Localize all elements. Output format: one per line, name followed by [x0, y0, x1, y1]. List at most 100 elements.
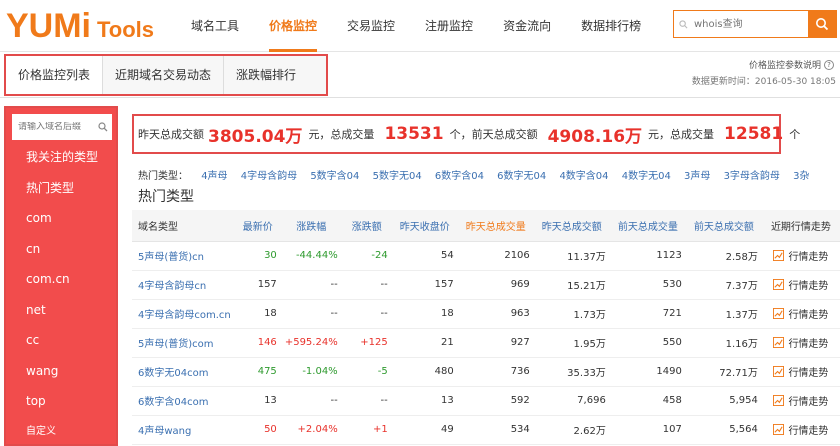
trend-cell[interactable]: 行情走势 — [761, 386, 840, 416]
domain-type-link[interactable]: 4字母含韵母com.cn — [132, 299, 235, 329]
yday-volume: 13531 — [384, 124, 444, 144]
pday-volume: 1123 — [609, 241, 686, 271]
hot-tag[interactable]: 4数字无04 — [622, 171, 671, 182]
latest-price: 146 — [234, 328, 281, 358]
nav-data-ranking[interactable]: 数据排行榜 — [566, 0, 656, 52]
nav-register-monitor[interactable]: 注册监控 — [410, 0, 488, 52]
whois-search-input[interactable] — [692, 11, 808, 37]
yumi-logo[interactable]: YUMi Tools — [6, 6, 154, 46]
hot-tag[interactable]: 5数字无04 — [373, 171, 422, 182]
col-change-pct[interactable]: 涨跌幅 — [280, 210, 342, 242]
table-row: 4字母含韵母cn 157 -- -- 157 969 15.21万 530 7.37万 行情走势 — [132, 270, 840, 300]
yday-volume: 534 — [457, 415, 534, 445]
sidebar-item-followed[interactable]: 我关注的类型 — [6, 142, 116, 173]
yday-close: 157 — [391, 270, 458, 300]
sidebar-item-cc[interactable]: cc — [6, 325, 116, 356]
nav-trade-monitor[interactable]: 交易监控 — [332, 0, 410, 52]
yday-volume: 2106 — [457, 241, 534, 271]
tab-recent-trades[interactable]: 近期域名交易动态 — [103, 56, 225, 94]
change-amt: -24 — [341, 241, 392, 271]
sidebar-item-com[interactable]: com — [6, 203, 116, 234]
sidebar-item-top[interactable]: top — [6, 386, 116, 417]
param-help-link[interactable]: 价格监控参数说明 ? — [749, 58, 834, 71]
type-sidebar: 我关注的类型 热门类型 com cn com.cn net cc wang to… — [4, 106, 118, 446]
sidebar-item-net[interactable]: net — [6, 295, 116, 326]
hot-tag[interactable]: 3声母 — [684, 171, 710, 182]
chart-icon — [773, 424, 785, 435]
sidebar-item-cn[interactable]: cn — [6, 234, 116, 265]
col-yday-close[interactable]: 昨天收盘价 — [391, 210, 458, 242]
domain-type-link[interactable]: 4字母含韵母cn — [132, 270, 235, 300]
col-yday-volume[interactable]: 昨天总成交量 — [457, 210, 534, 242]
pday-volume: 12581 — [724, 124, 784, 144]
hot-tag[interactable]: 4字母含韵母 — [241, 171, 297, 182]
col-latest-price[interactable]: 最新价 — [234, 210, 281, 242]
domain-type-link[interactable]: 5声母(普货)com — [132, 328, 235, 358]
nav-price-monitor[interactable]: 价格监控 — [254, 0, 332, 52]
trend-link[interactable]: 行情走势 — [766, 364, 836, 379]
chart-icon — [773, 308, 785, 319]
tab-change-ranking[interactable]: 涨跌幅排行 — [224, 56, 308, 94]
col-change-amt[interactable]: 涨跌额 — [341, 210, 392, 242]
sidebar-item-wang[interactable]: wang — [6, 356, 116, 387]
trend-label: 行情走势 — [788, 397, 829, 408]
logo-yumi-text: YUMi — [6, 7, 91, 45]
trend-cell[interactable]: 行情走势 — [761, 241, 840, 271]
tab-price-monitor-list[interactable]: 价格监控列表 — [6, 56, 104, 94]
table-row: 4字母含韵母com.cn 18 -- -- 18 963 1.73万 721 1.37万 行情走势 — [132, 299, 840, 329]
trend-link[interactable]: 行情走势 — [766, 393, 836, 408]
trend-cell[interactable]: 行情走势 — [761, 357, 840, 387]
pday-amount: 7.37万 — [685, 270, 762, 300]
nav-fund-flow[interactable]: 资金流向 — [488, 0, 566, 52]
trend-cell[interactable]: 行情走势 — [761, 270, 840, 300]
change-amt: -5 — [341, 357, 392, 387]
subtabs-divider — [0, 97, 840, 98]
suffix-search-input[interactable] — [12, 122, 92, 132]
change-pct: +2.04% — [280, 415, 342, 445]
param-help-text: 价格监控参数说明 — [748, 61, 821, 71]
yday-amount: 1.95万 — [533, 328, 610, 358]
hot-tag[interactable]: 6数字含04 — [435, 171, 484, 182]
nav-domain-tools[interactable]: 域名工具 — [176, 0, 254, 52]
hot-tag[interactable]: 3杂 — [793, 171, 809, 182]
domain-type-link[interactable]: 6数字无04com — [132, 357, 235, 387]
domain-type-link[interactable]: 6数字含04com — [132, 386, 235, 416]
trend-link[interactable]: 行情走势 — [766, 335, 836, 350]
col-yday-amount[interactable]: 昨天总成交额 — [533, 210, 610, 242]
trend-link[interactable]: 行情走势 — [766, 422, 836, 437]
col-pday-amount[interactable]: 前天总成交额 — [685, 210, 762, 242]
sidebar-item-custom[interactable]: 自定义 — [6, 417, 116, 446]
trend-link[interactable]: 行情走势 — [766, 306, 836, 321]
change-pct: -- — [280, 386, 342, 416]
col-domain-type: 域名类型 — [132, 210, 235, 242]
hot-tag[interactable]: 4声母 — [201, 171, 227, 182]
search-icon[interactable] — [98, 122, 108, 132]
sidebar-item-hot[interactable]: 热门类型 — [6, 173, 116, 204]
question-icon: ? — [824, 59, 834, 70]
sidebar-item-comcn[interactable]: com.cn — [6, 264, 116, 295]
domain-type-link[interactable]: 5声母(普货)cn — [132, 241, 235, 271]
yday-amount-unit: 元，总成交量 — [308, 128, 375, 141]
table-header-row: 域名类型 最新价 涨跌幅 涨跌额 昨天收盘价 昨天总成交量 昨天总成交额 前天总… — [132, 210, 840, 242]
hot-tag[interactable]: 6数字无04 — [497, 171, 546, 182]
col-pday-volume[interactable]: 前天总成交量 — [609, 210, 686, 242]
trend-link[interactable]: 行情走势 — [766, 248, 836, 263]
search-button[interactable] — [808, 11, 836, 37]
table-row: 6数字无04com 475 -1.04% -5 480 736 35.33万 1490 72.7… — [132, 357, 840, 387]
trend-cell[interactable]: 行情走势 — [761, 299, 840, 329]
change-amt: +1 — [341, 415, 392, 445]
chart-icon — [773, 366, 785, 377]
yday-close: 480 — [391, 357, 458, 387]
price-table: 域名类型 最新价 涨跌幅 涨跌额 昨天收盘价 昨天总成交量 昨天总成交额 前天总… — [132, 210, 840, 445]
pday-volume: 107 — [609, 415, 686, 445]
hot-tag[interactable]: 5数字含04 — [310, 171, 359, 182]
col-trend: 近期行情走势 — [761, 210, 840, 242]
hot-tag[interactable]: 3字母含韵母 — [724, 171, 780, 182]
chart-icon — [773, 279, 785, 290]
trend-link[interactable]: 行情走势 — [766, 277, 836, 292]
hot-tag[interactable]: 4数字含04 — [559, 171, 608, 182]
trend-cell[interactable]: 行情走势 — [761, 415, 840, 445]
trend-cell[interactable]: 行情走势 — [761, 328, 840, 358]
yday-close: 49 — [391, 415, 458, 445]
domain-type-link[interactable]: 4声母wang — [132, 415, 235, 445]
